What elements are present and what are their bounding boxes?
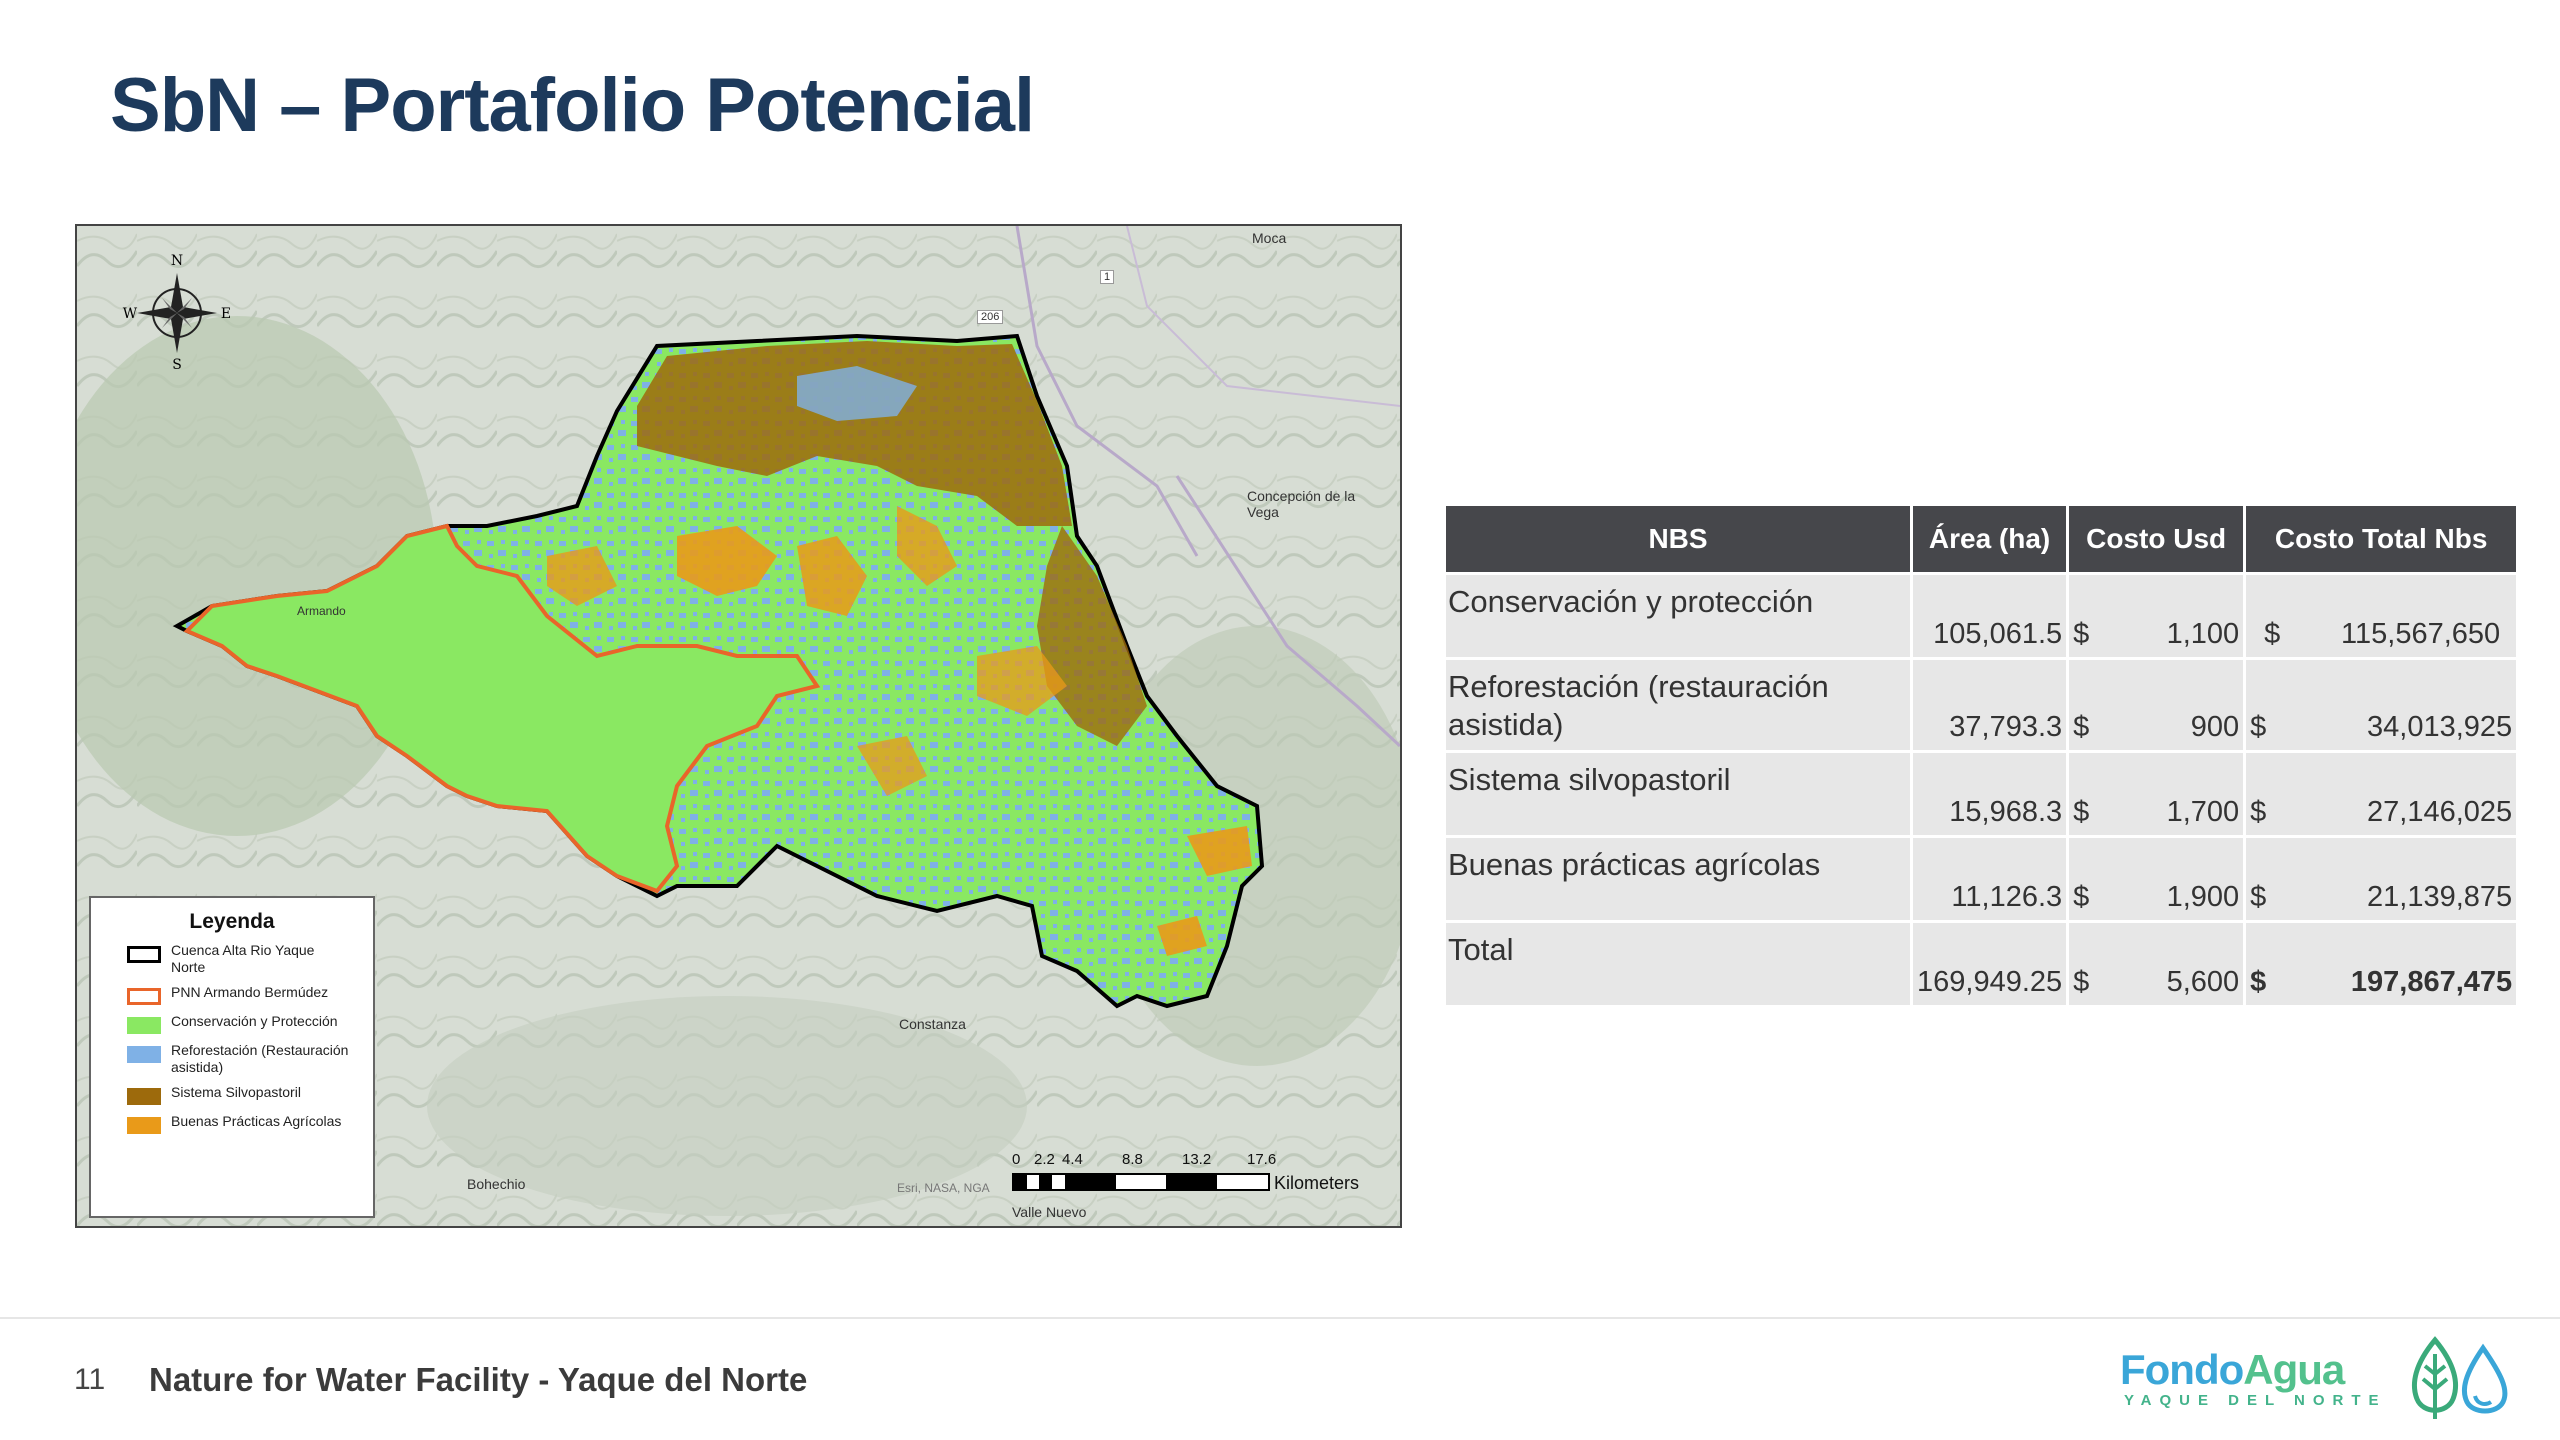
scale-tick: 2.2 <box>1034 1151 1055 1168</box>
footer-divider <box>0 1317 2560 1319</box>
map-legend: Leyenda Cuenca Alta Rio Yaque Norte PNN … <box>89 896 375 1218</box>
logo-name-part1: Fondo <box>2120 1346 2244 1393</box>
route-206-marker: 206 <box>977 310 1004 324</box>
cell-total: $115,567,650 <box>2246 575 2517 657</box>
legend-item: Sistema Silvopastoril <box>127 1084 373 1105</box>
table-row: Buenas prácticas agrícolas 11,126.3 $1,9… <box>1446 838 2517 920</box>
table-total-row: Total 169,949.25 $5,600 $197,867,475 <box>1446 923 2517 1005</box>
logo-name-part2: Agua <box>2243 1346 2345 1393</box>
route-1-marker: 1 <box>1100 270 1115 284</box>
cell-cost: $1,900 <box>2069 838 2244 920</box>
svg-text:W: W <box>123 306 138 322</box>
header-area: Área (ha) <box>1913 506 2067 572</box>
svg-text:S: S <box>172 357 182 371</box>
cell-area: 169,949.25 <box>1913 923 2067 1005</box>
svg-text:E: E <box>221 306 231 322</box>
footer-text: Nature for Water Facility - Yaque del No… <box>149 1361 808 1398</box>
cell-nbs: Conservación y protección <box>1446 575 1910 657</box>
tree-water-drop-icon <box>2412 1336 2508 1419</box>
legend-item: PNN Armando Bermúdez <box>127 984 373 1005</box>
legend-swatch-buenas-practicas <box>127 1117 161 1134</box>
scale-tick: 8.8 <box>1122 1151 1143 1168</box>
table-row: Conservación y protección 105,061.5 $1,1… <box>1446 575 2517 657</box>
slide-title: SbN – Portafolio Potencial <box>110 63 1035 148</box>
nbs-cost-table: NBS Área (ha) Costo Usd Costo Total Nbs … <box>1443 503 2519 1008</box>
header-costo-total: Costo Total Nbs <box>2246 506 2517 572</box>
compass-icon: N S W E <box>123 253 231 371</box>
place-bohechio: Bohechio <box>467 1176 526 1192</box>
cell-nbs: Reforestación (restauración asistida) <box>1446 660 1910 750</box>
svg-text:N: N <box>171 253 183 269</box>
legend-label: PNN Armando Bermúdez <box>171 984 329 1000</box>
cell-total-label: Total <box>1446 923 1910 1005</box>
legend-swatch-watershed <box>127 946 161 963</box>
header-costo-usd: Costo Usd <box>2069 506 2244 572</box>
scale-tick: 4.4 <box>1062 1151 1083 1168</box>
legend-item: Cuenca Alta Rio Yaque Norte <box>127 942 373 976</box>
fondo-agua-logo: FondoAgua YAQUE DEL NORTE <box>2120 1346 2387 1409</box>
legend-item: Reforestación (Restauración asistida) <box>127 1042 373 1076</box>
legend-swatch-silvopastoril <box>127 1088 161 1105</box>
page-number: 11 <box>74 1363 106 1396</box>
header-nbs: NBS <box>1446 506 1910 572</box>
legend-label: Sistema Silvopastoril <box>171 1084 301 1100</box>
cell-total: $27,146,025 <box>2246 753 2517 835</box>
scale-labels: 0 2.2 4.4 8.8 13.2 17.6 <box>1012 1151 1312 1171</box>
legend-label: Conservación y Protección <box>171 1013 338 1029</box>
legend-item: Conservación y Protección <box>127 1013 373 1034</box>
cell-cost: $1,700 <box>2069 753 2244 835</box>
scale-tick: 17.6 <box>1247 1151 1277 1168</box>
table-row: Reforestación (restauración asistida) 37… <box>1446 660 2517 750</box>
cell-area: 37,793.3 <box>1913 660 2067 750</box>
cell-cost: $1,100 <box>2069 575 2244 657</box>
cell-total: $197,867,475 <box>2246 923 2517 1005</box>
place-moca: Moca <box>1252 230 1287 246</box>
place-valle-nuevo: Valle Nuevo <box>1012 1204 1087 1220</box>
legend-swatch-reforestacion <box>127 1046 161 1063</box>
cell-area: 15,968.3 <box>1913 753 2067 835</box>
table-header-row: NBS Área (ha) Costo Usd Costo Total Nbs <box>1446 506 2517 572</box>
place-constanza: Constanza <box>899 1016 966 1032</box>
scale-bar: 0 2.2 4.4 8.8 13.2 17.6 Kilometers <box>1012 1151 1359 1193</box>
cell-nbs: Buenas prácticas agrícolas <box>1446 838 1910 920</box>
cell-total: $34,013,925 <box>2246 660 2517 750</box>
watershed-map: N S W E Moca Concepción de la Vega Const… <box>75 224 1402 1228</box>
legend-item: Buenas Prácticas Agrícolas <box>127 1113 373 1134</box>
legend-swatch-pnn <box>127 988 161 1005</box>
logo-icon-group <box>2405 1334 2515 1429</box>
map-attribution: Esri, NASA, NGA <box>897 1181 990 1195</box>
cell-nbs: Sistema silvopastoril <box>1446 753 1910 835</box>
cell-total: $21,139,875 <box>2246 838 2517 920</box>
compass-rose: N S W E <box>122 251 232 371</box>
cell-area: 11,126.3 <box>1913 838 2067 920</box>
logo-subtitle: YAQUE DEL NORTE <box>2124 1392 2387 1409</box>
cell-cost: $900 <box>2069 660 2244 750</box>
legend-label: Cuenca Alta Rio Yaque Norte <box>171 942 315 975</box>
scale-bar-graphic <box>1012 1173 1270 1191</box>
place-armando: Armando <box>297 604 346 618</box>
legend-label: Reforestación (Restauración asistida) <box>171 1042 349 1075</box>
legend-swatch-conservacion <box>127 1017 161 1034</box>
legend-label: Buenas Prácticas Agrícolas <box>171 1113 342 1129</box>
place-concepcion: Concepción de la Vega <box>1247 488 1356 520</box>
table-row: Sistema silvopastoril 15,968.3 $1,700 $2… <box>1446 753 2517 835</box>
scale-unit: Kilometers <box>1274 1173 1360 1193</box>
cell-area: 105,061.5 <box>1913 575 2067 657</box>
cell-cost: $5,600 <box>2069 923 2244 1005</box>
legend-title: Leyenda <box>189 910 275 933</box>
scale-tick: 0 <box>1012 1151 1021 1168</box>
scale-tick: 13.2 <box>1182 1151 1212 1168</box>
